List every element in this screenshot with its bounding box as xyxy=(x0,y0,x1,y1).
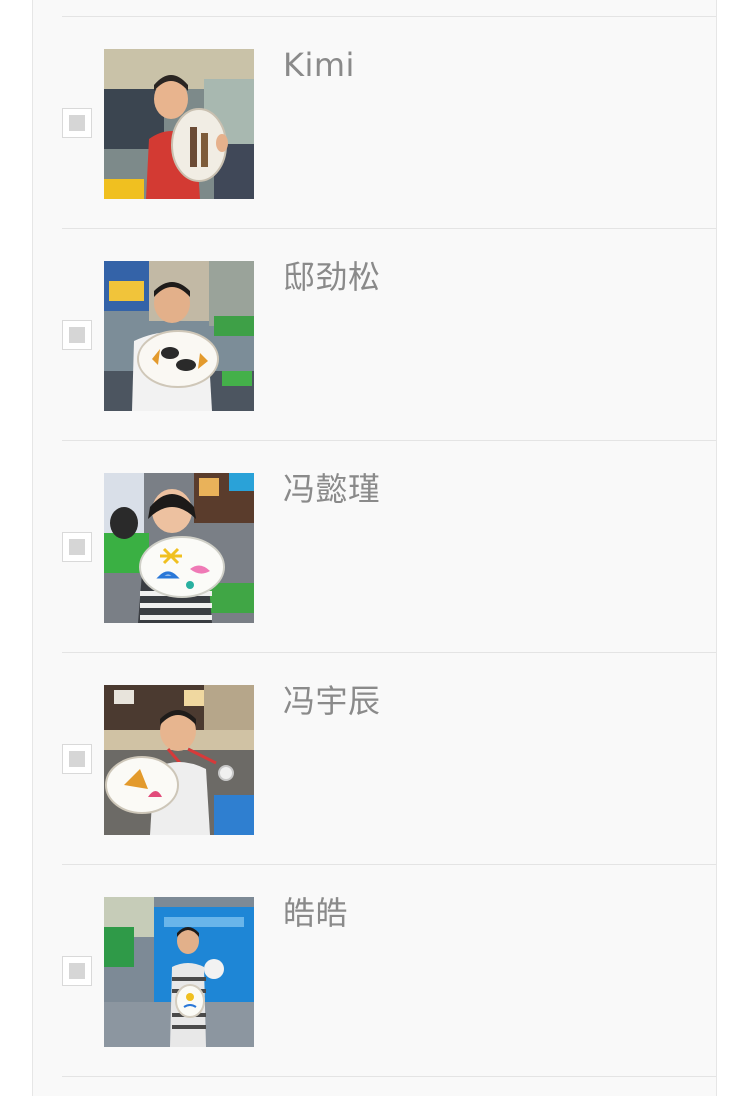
photo-boy-medal-icon xyxy=(104,685,254,835)
checkbox-fill xyxy=(69,115,85,131)
list-item: 邸劲松 xyxy=(62,229,716,441)
photo-girl-striped-shirt-icon xyxy=(104,473,254,623)
participant-name: 邸劲松 xyxy=(283,258,381,296)
checkbox-fill xyxy=(69,751,85,767)
entry-list-panel: Kimi 邸劲松 冯懿瑾 冯宇辰 皓皓 xyxy=(32,0,717,1096)
checkbox-fill xyxy=(69,963,85,979)
list-item: 皓皓 xyxy=(62,865,716,1077)
select-checkbox[interactable] xyxy=(62,956,92,986)
select-checkbox[interactable] xyxy=(62,108,92,138)
photo-thumbnail[interactable] xyxy=(104,473,254,623)
photo-thumbnail[interactable] xyxy=(104,261,254,411)
participant-name: 皓皓 xyxy=(283,894,349,932)
photo-boy-red-shirt-icon xyxy=(104,49,254,199)
list-item: 冯懿瑾 xyxy=(62,441,716,653)
photo-boy-blue-backdrop-icon xyxy=(104,897,254,1047)
entry-list: Kimi 邸劲松 冯懿瑾 冯宇辰 皓皓 xyxy=(62,17,716,1077)
participant-name: 冯宇辰 xyxy=(283,682,381,720)
photo-boy-white-shirt-icon xyxy=(104,261,254,411)
photo-thumbnail[interactable] xyxy=(104,897,254,1047)
list-item: Kimi xyxy=(62,17,716,229)
photo-thumbnail[interactable] xyxy=(104,685,254,835)
participant-name: 冯懿瑾 xyxy=(283,470,381,508)
select-checkbox[interactable] xyxy=(62,320,92,350)
checkbox-fill xyxy=(69,539,85,555)
photo-thumbnail[interactable] xyxy=(104,49,254,199)
participant-name: Kimi xyxy=(283,46,355,84)
checkbox-fill xyxy=(69,327,85,343)
list-item: 冯宇辰 xyxy=(62,653,716,865)
select-checkbox[interactable] xyxy=(62,744,92,774)
select-checkbox[interactable] xyxy=(62,532,92,562)
